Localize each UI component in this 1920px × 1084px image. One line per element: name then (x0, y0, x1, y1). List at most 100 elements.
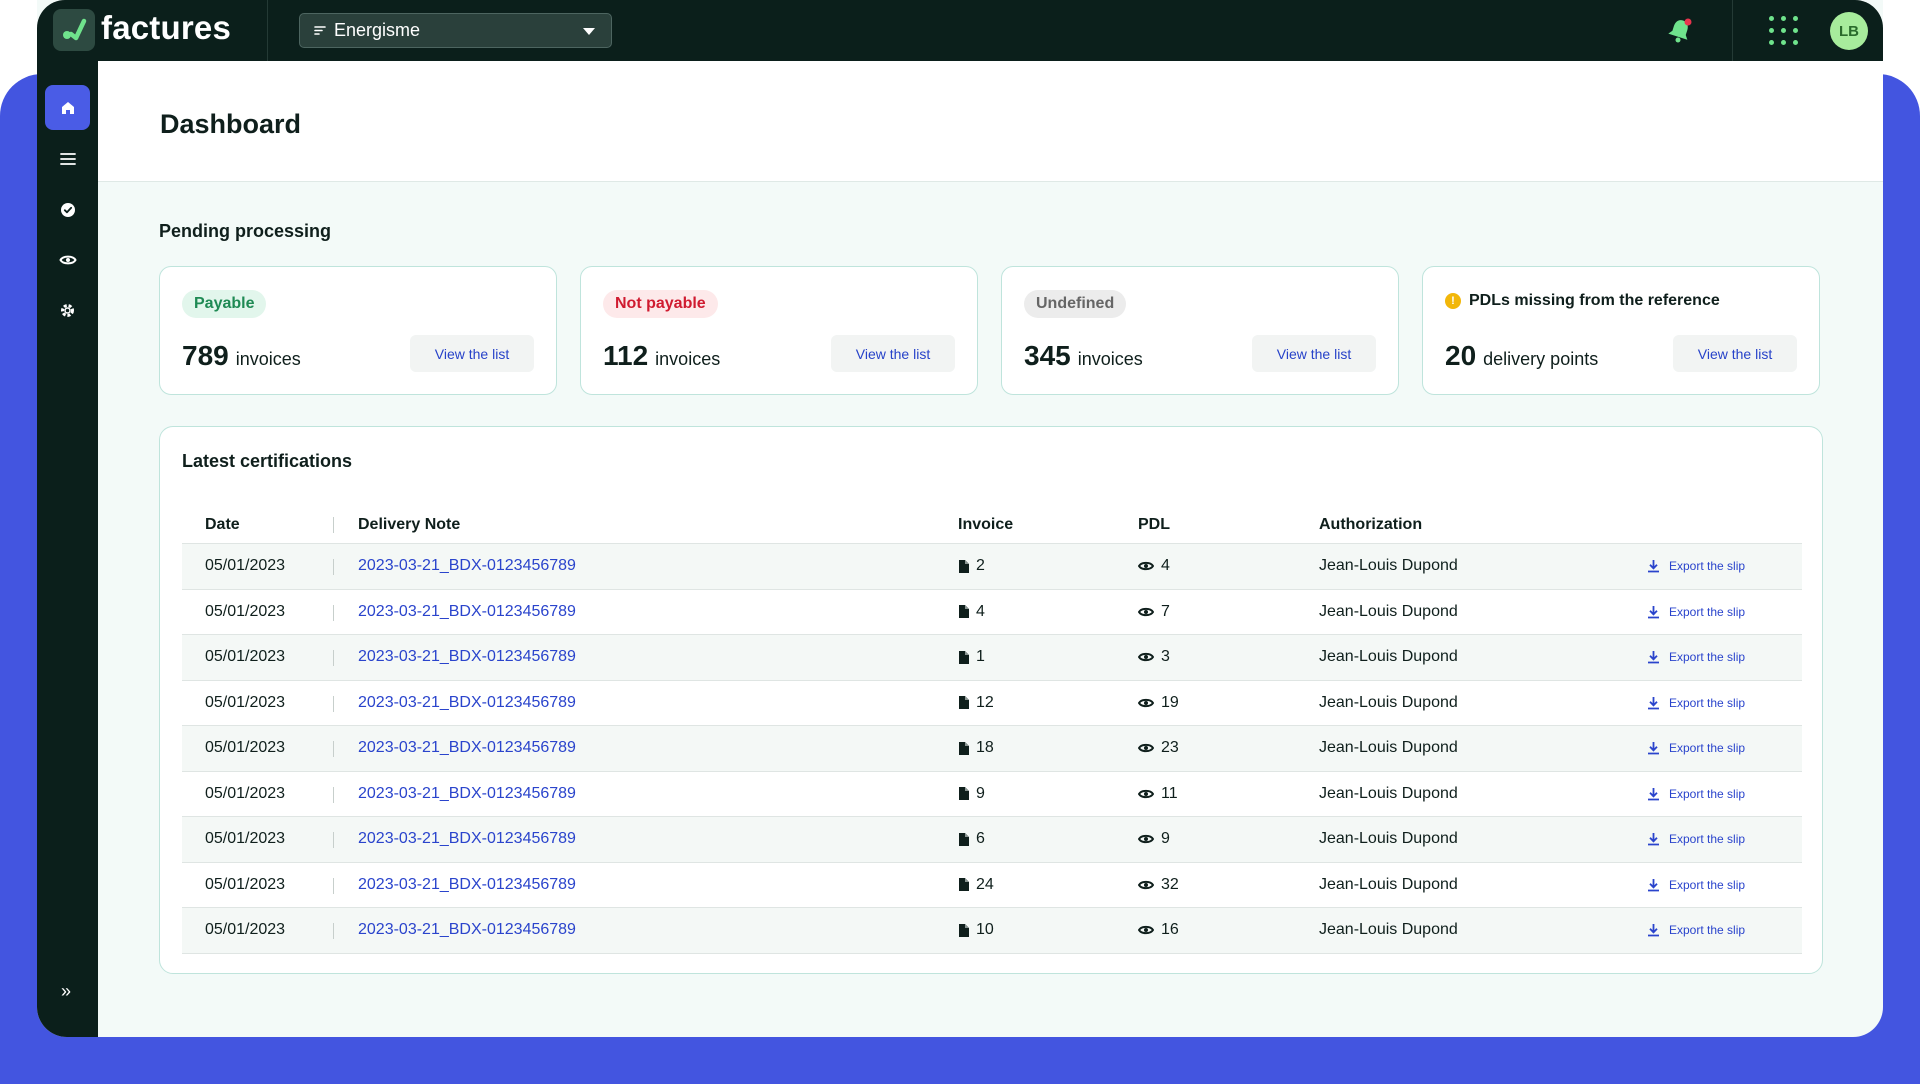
organization-select-value: Energisme (334, 20, 421, 40)
sidebar-item-list[interactable] (45, 136, 90, 181)
row-date: 05/01/2023 (205, 739, 286, 756)
view-list-button[interactable]: View the list (831, 335, 955, 372)
not-payable-card: Not payable 112 invoices View the list (580, 266, 978, 395)
authorization-name: Jean-Louis Dupond (1319, 693, 1458, 711)
invoice-count: 9 (958, 785, 985, 803)
download-icon (1648, 924, 1659, 937)
column-header-invoice: Invoice (958, 516, 1014, 533)
export-slip-button[interactable]: Export the slip (1647, 832, 1745, 846)
download-icon (1648, 742, 1659, 755)
table-row: 05/01/2023 2023-03-21_BDX-0123456789 1 3… (182, 635, 1802, 681)
column-separator (333, 517, 334, 533)
export-slip-button[interactable]: Export the slip (1647, 696, 1745, 710)
export-slip-button[interactable]: Export the slip (1647, 787, 1745, 801)
invoice-count-value: 24 (976, 875, 994, 893)
file-icon (958, 923, 969, 937)
table-row: 05/01/2023 2023-03-21_BDX-0123456789 2 4… (182, 544, 1802, 590)
authorization-name: Jean-Louis Dupond (1319, 830, 1458, 847)
pdl-count: 7 (1138, 603, 1170, 621)
export-slip-button[interactable]: Export the slip (1647, 605, 1745, 619)
menu-icon (59, 152, 76, 165)
row-date: 05/01/2023 (205, 784, 286, 802)
logo-icon[interactable] (53, 9, 95, 51)
view-list-button[interactable]: View the list (410, 335, 534, 372)
card-count-unit: delivery points (1483, 349, 1599, 369)
column-separator (333, 695, 334, 712)
view-list-button[interactable]: View the list (1673, 335, 1797, 372)
export-slip-button[interactable]: Export the slip (1647, 741, 1745, 755)
export-slip-label: Export the slip (1669, 786, 1746, 801)
invoice-count: 24 (958, 876, 994, 894)
invoice-count-value: 6 (976, 830, 985, 847)
authorization-name: Jean-Louis Dupond (1319, 875, 1458, 893)
export-slip-button[interactable]: Export the slip (1647, 650, 1745, 664)
export-slip-button[interactable]: Export the slip (1647, 878, 1745, 892)
authorization-name: Jean-Louis Dupond (1319, 921, 1458, 938)
pdl-count: 23 (1138, 739, 1179, 757)
app-logo-text[interactable]: factures (101, 9, 231, 47)
table-row: 05/01/2023 2023-03-21_BDX-0123456789 18 … (182, 726, 1802, 772)
delivery-note-link[interactable]: 2023-03-21_BDX-0123456789 (358, 648, 576, 666)
authorization-name: Jean-Louis Dupond (1319, 784, 1458, 802)
column-header-delivery-note: Delivery Note (358, 516, 461, 533)
view-list-button[interactable]: View the list (1252, 335, 1376, 372)
export-slip-label: Export the slip (1669, 741, 1746, 755)
file-icon (958, 832, 969, 846)
invoice-count-value: 10 (976, 921, 994, 938)
file-icon (958, 605, 969, 618)
delivery-note-link[interactable]: 2023-03-21_BDX-0123456789 (358, 830, 576, 848)
sidebar-item-home[interactable] (45, 85, 90, 130)
delivery-note-link[interactable]: 2023-03-21_BDX-0123456789 (358, 603, 576, 621)
pdl-count: 9 (1138, 830, 1170, 848)
delivery-note-link[interactable]: 2023-03-21_BDX-0123456789 (358, 694, 576, 712)
delivery-note-link[interactable]: 2023-03-21_BDX-0123456789 (358, 921, 576, 939)
export-slip-label: Export the slip (1669, 650, 1746, 664)
page-title: Dashboard (160, 109, 302, 139)
column-separator (333, 923, 334, 939)
apps-grid-icon[interactable] (1769, 16, 1799, 46)
column-separator (333, 877, 334, 894)
missing-pdl-title: ! PDLs missing from the reference (1445, 292, 1720, 310)
pdl-count: 16 (1138, 921, 1179, 939)
export-slip-button[interactable]: Export the slip (1647, 559, 1745, 573)
export-slip-label: Export the slip (1669, 559, 1746, 573)
delivery-note-link[interactable]: 2023-03-21_BDX-0123456789 (358, 876, 576, 894)
bell-icon[interactable] (1667, 17, 1693, 50)
authorization-name: Jean-Louis Dupond (1319, 557, 1458, 574)
sidebar-item-monitoring[interactable] (45, 237, 90, 282)
column-separator (333, 786, 334, 803)
file-icon (958, 650, 969, 664)
table-row: 05/01/2023 2023-03-21_BDX-0123456789 6 9… (182, 817, 1802, 863)
organization-select[interactable]: Energisme (299, 13, 612, 48)
download-icon (1648, 833, 1659, 846)
card-count-unit: invoices (655, 349, 721, 369)
eye-icon (1138, 606, 1154, 618)
avatar[interactable]: LB (1830, 12, 1868, 50)
sidebar-item-settings[interactable] (45, 288, 90, 333)
delivery-note-link[interactable]: 2023-03-21_BDX-0123456789 (358, 739, 576, 757)
table-row: 05/01/2023 2023-03-21_BDX-0123456789 24 … (182, 863, 1802, 908)
column-separator (333, 559, 334, 575)
pdl-count: 32 (1138, 876, 1179, 894)
pdl-count-value: 16 (1161, 921, 1179, 938)
eye-icon (1138, 833, 1154, 845)
sidebar-item-validation[interactable] (45, 187, 90, 232)
page-header: Dashboard (98, 61, 1883, 182)
file-icon (958, 696, 969, 709)
download-icon (1648, 696, 1659, 709)
column-separator (333, 832, 334, 848)
card-count-number: 112 (603, 340, 649, 371)
export-slip-button[interactable]: Export the slip (1647, 923, 1745, 937)
eye-icon (1138, 697, 1154, 709)
row-date: 05/01/2023 (205, 830, 286, 847)
invoice-count-value: 9 (976, 784, 985, 802)
delivery-note-link[interactable]: 2023-03-21_BDX-0123456789 (358, 785, 576, 803)
row-date: 05/01/2023 (205, 648, 286, 665)
card-count-unit: invoices (235, 349, 301, 369)
delivery-note-link[interactable]: 2023-03-21_BDX-0123456789 (358, 557, 576, 575)
authorization-name: Jean-Louis Dupond (1319, 648, 1458, 665)
chevrons-right-icon[interactable]: » (61, 981, 71, 1002)
invoice-count: 12 (958, 694, 994, 712)
invoice-count-value: 12 (976, 693, 994, 711)
invoice-count: 2 (958, 557, 985, 575)
